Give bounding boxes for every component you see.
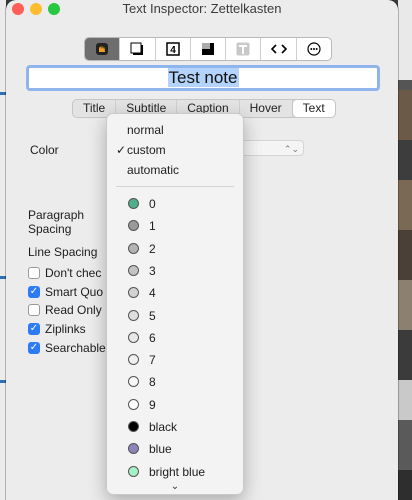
code-inspector-button[interactable] bbox=[261, 38, 297, 60]
color-swatch-item[interactable]: 2 bbox=[107, 239, 243, 259]
four-inspector-button[interactable]: 4 bbox=[156, 38, 191, 60]
menu-item-label: normal bbox=[127, 123, 164, 137]
checkbox-box[interactable]: ✓ bbox=[28, 342, 40, 354]
color-swatch-item[interactable]: 5 bbox=[107, 306, 243, 326]
note-title-field[interactable]: Test note bbox=[26, 65, 380, 91]
menu-item-label: automatic bbox=[127, 163, 180, 177]
color-swatch-label: 5 bbox=[149, 308, 156, 323]
checkbox-label: Smart Quo bbox=[45, 285, 104, 299]
checkbox-searchable[interactable]: ✓ Searchable bbox=[28, 341, 106, 355]
text-inspector-button[interactable] bbox=[226, 38, 262, 60]
line-spacing-label: Line Spacing bbox=[28, 245, 98, 259]
color-swatch-item[interactable]: 9 bbox=[107, 395, 243, 415]
color-swatch-label: 0 bbox=[149, 197, 156, 211]
minimize-window-button[interactable] bbox=[30, 3, 42, 15]
checkmark-icon: ✓ bbox=[116, 143, 127, 157]
window-title: Text Inspector: Zettelkasten bbox=[122, 1, 282, 16]
border-inspector-button[interactable] bbox=[191, 38, 227, 60]
color-swatch-item[interactable]: 3 bbox=[107, 261, 243, 281]
appearance-inspector-button[interactable] bbox=[120, 38, 156, 60]
color-swatch-item[interactable]: bright blue bbox=[107, 462, 243, 482]
checkbox-box[interactable] bbox=[28, 304, 40, 316]
color-swatch-dot-icon bbox=[128, 287, 139, 299]
color-swatch-item[interactable]: 7 bbox=[107, 350, 243, 370]
color-swatch-dot-icon bbox=[128, 398, 139, 410]
color-swatch-item[interactable]: 0 bbox=[107, 194, 243, 214]
checkbox-ziplinks[interactable]: ✓ Ziplinks bbox=[28, 322, 86, 336]
background-window-right bbox=[398, 0, 412, 500]
checkbox-smart-quotes[interactable]: ✓ Smart Quo bbox=[28, 285, 103, 299]
menu-item-label: custom bbox=[127, 143, 166, 157]
four-box-icon: 4 bbox=[165, 42, 180, 56]
checkbox-box[interactable]: ✓ bbox=[28, 323, 40, 335]
color-swatch-label: 4 bbox=[149, 286, 156, 301]
menu-item-normal[interactable]: normal bbox=[107, 120, 243, 140]
color-swatch-label: 8 bbox=[149, 375, 156, 390]
close-window-button[interactable] bbox=[12, 3, 24, 15]
color-swatch-item[interactable]: 8 bbox=[107, 372, 243, 392]
menu-separator bbox=[116, 186, 234, 187]
color-swatch-label: bright blue bbox=[149, 464, 206, 479]
color-swatch-dot-icon bbox=[128, 198, 139, 209]
tab-hover[interactable]: Hover bbox=[240, 100, 293, 117]
scroll-down-chevron-icon[interactable]: ⌄ bbox=[107, 481, 243, 492]
menu-item-custom[interactable]: ✓ custom bbox=[107, 140, 243, 160]
checkbox-label: Read Only bbox=[45, 303, 102, 317]
color-swatch-dot-icon bbox=[128, 242, 139, 254]
tab-text[interactable]: Text bbox=[292, 100, 335, 117]
general-inspector-button[interactable] bbox=[85, 38, 121, 60]
paragraph-spacing-label: Paragraph Spacing bbox=[28, 208, 85, 236]
color-swatch-label: 7 bbox=[149, 353, 156, 368]
more-inspector-button[interactable] bbox=[297, 38, 331, 60]
checkbox-box[interactable] bbox=[28, 267, 40, 279]
color-swatch-dot-icon bbox=[128, 309, 139, 321]
color-swatch-dot-icon bbox=[128, 443, 139, 455]
square-shadow-icon bbox=[130, 42, 144, 55]
hand-icon bbox=[96, 43, 109, 55]
color-swatch-dot-icon bbox=[128, 376, 139, 388]
color-swatch-label: 9 bbox=[149, 397, 156, 412]
text-T-icon bbox=[236, 42, 250, 56]
checkbox-label: Ziplinks bbox=[45, 322, 86, 336]
color-swatch-label: 6 bbox=[149, 330, 156, 345]
inspector-toolbar: 4 bbox=[84, 37, 332, 61]
color-swatch-item[interactable]: black bbox=[107, 417, 243, 437]
svg-text:4: 4 bbox=[170, 45, 176, 56]
color-swatch-item[interactable]: 6 bbox=[107, 328, 243, 348]
color-swatch-dot-icon bbox=[128, 465, 139, 477]
color-dropdown-menu: normal ✓ custom automatic 0 1 2 3 4 5 6 7 8 9 blac… bbox=[106, 113, 244, 495]
checkbox-dont-check[interactable]: Don't chec bbox=[28, 266, 101, 280]
color-swatch-item[interactable]: 4 bbox=[107, 283, 243, 303]
code-brackets-icon bbox=[270, 44, 287, 54]
color-label: Color bbox=[30, 143, 59, 157]
ellipsis-circle-icon bbox=[307, 42, 321, 56]
menu-item-automatic[interactable]: automatic bbox=[107, 160, 243, 180]
color-swatch-item[interactable]: blue bbox=[107, 439, 243, 459]
color-swatch-label: 2 bbox=[149, 241, 156, 256]
checkbox-box[interactable]: ✓ bbox=[28, 286, 40, 298]
color-swatch-label: black bbox=[149, 420, 178, 434]
gradient-square-icon bbox=[201, 43, 214, 55]
checkbox-label: Don't chec bbox=[45, 266, 102, 280]
color-swatch-dot-icon bbox=[128, 354, 139, 366]
checkbox-read-only[interactable]: Read Only bbox=[28, 303, 102, 317]
color-swatch-label: blue bbox=[149, 442, 172, 457]
color-swatch-dot-icon bbox=[128, 421, 139, 432]
color-swatch-dot-icon bbox=[128, 220, 139, 232]
zoom-window-button[interactable] bbox=[48, 3, 60, 15]
title-bar: Text Inspector: Zettelkasten bbox=[6, 0, 398, 18]
text-inspector-window: Text Inspector: Zettelkasten 4 Test note… bbox=[6, 0, 398, 500]
checkbox-label: Searchable bbox=[45, 341, 106, 355]
color-swatch-dot-icon bbox=[128, 331, 139, 343]
color-swatch-dot-icon bbox=[128, 264, 139, 276]
color-swatch-label: 1 bbox=[149, 219, 156, 234]
color-swatch-label: 3 bbox=[149, 263, 156, 278]
color-swatch-item[interactable]: 1 bbox=[107, 216, 243, 236]
note-title-text: Test note bbox=[167, 68, 239, 87]
